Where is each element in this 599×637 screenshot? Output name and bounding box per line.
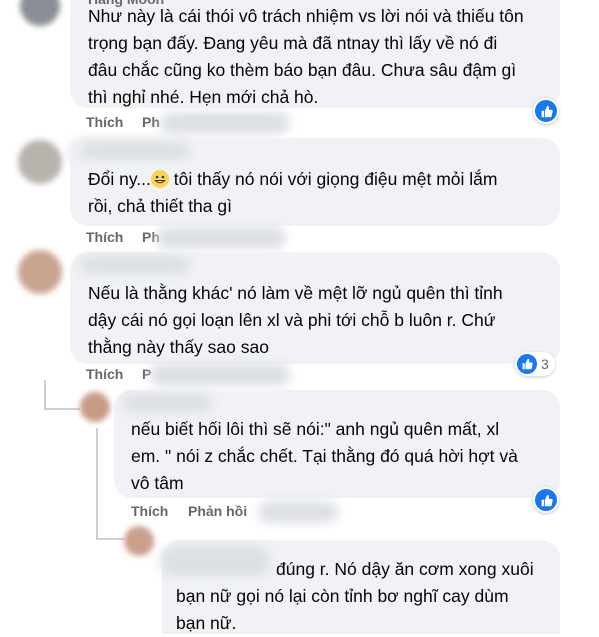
blurred-author-name: [80, 142, 190, 160]
like-thumb-icon: [522, 358, 533, 370]
reply-text: bạn nữ gọi nó lại còn tỉnh bơ nghĩ cay d…: [176, 586, 509, 633]
avatar[interactable]: [80, 392, 110, 422]
thread-line-nested: [96, 538, 124, 540]
blurred-author-name: [160, 546, 270, 576]
like-reaction-badge[interactable]: [533, 98, 559, 124]
thread-line: [44, 408, 80, 410]
reply-button[interactable]: Ph: [142, 114, 160, 130]
thread-line-nested: [96, 428, 98, 538]
like-thumb-icon: [541, 494, 553, 506]
comment-text: Như này là cái thói vô trách nhiệm vs lờ…: [88, 6, 524, 107]
blurred-timestamp: [156, 227, 286, 249]
thread-line: [44, 380, 46, 410]
reply-text-line1: đúng r. Nó dậy ăn cơm xong xuôi: [276, 559, 534, 579]
blurred-timestamp: [258, 501, 338, 523]
blurred-timestamp: [150, 364, 290, 386]
comment-text: Đổi ny... tôi thấy nó nói với giọng điệu…: [88, 169, 498, 216]
grinning-emoji-icon: [150, 170, 169, 188]
like-reaction-badge: [517, 354, 537, 374]
like-button[interactable]: Thích: [131, 503, 168, 519]
blurred-author-name: [122, 394, 212, 412]
like-button[interactable]: Thích: [86, 114, 123, 130]
blurred-author-name: [80, 256, 190, 274]
reply-button[interactable]: Phản hồi: [188, 503, 247, 519]
like-button[interactable]: Thích: [86, 366, 123, 382]
reaction-summary[interactable]: 3: [515, 352, 555, 376]
like-thumb-icon: [541, 105, 553, 117]
like-button[interactable]: Thích: [86, 229, 123, 245]
avatar[interactable]: [18, 250, 62, 294]
avatar[interactable]: [18, 140, 62, 184]
reaction-count: 3: [541, 356, 549, 372]
like-reaction-badge[interactable]: [533, 487, 559, 513]
reply-text: nếu biết hối lôi thì sẽ nói:" anh ngủ qu…: [131, 419, 518, 493]
avatar[interactable]: [20, 0, 60, 26]
blurred-timestamp: [160, 112, 290, 134]
comment-text: Nếu là thằng khác' nó làm về mệt lỡ ngủ …: [88, 283, 503, 357]
avatar[interactable]: [124, 526, 154, 556]
